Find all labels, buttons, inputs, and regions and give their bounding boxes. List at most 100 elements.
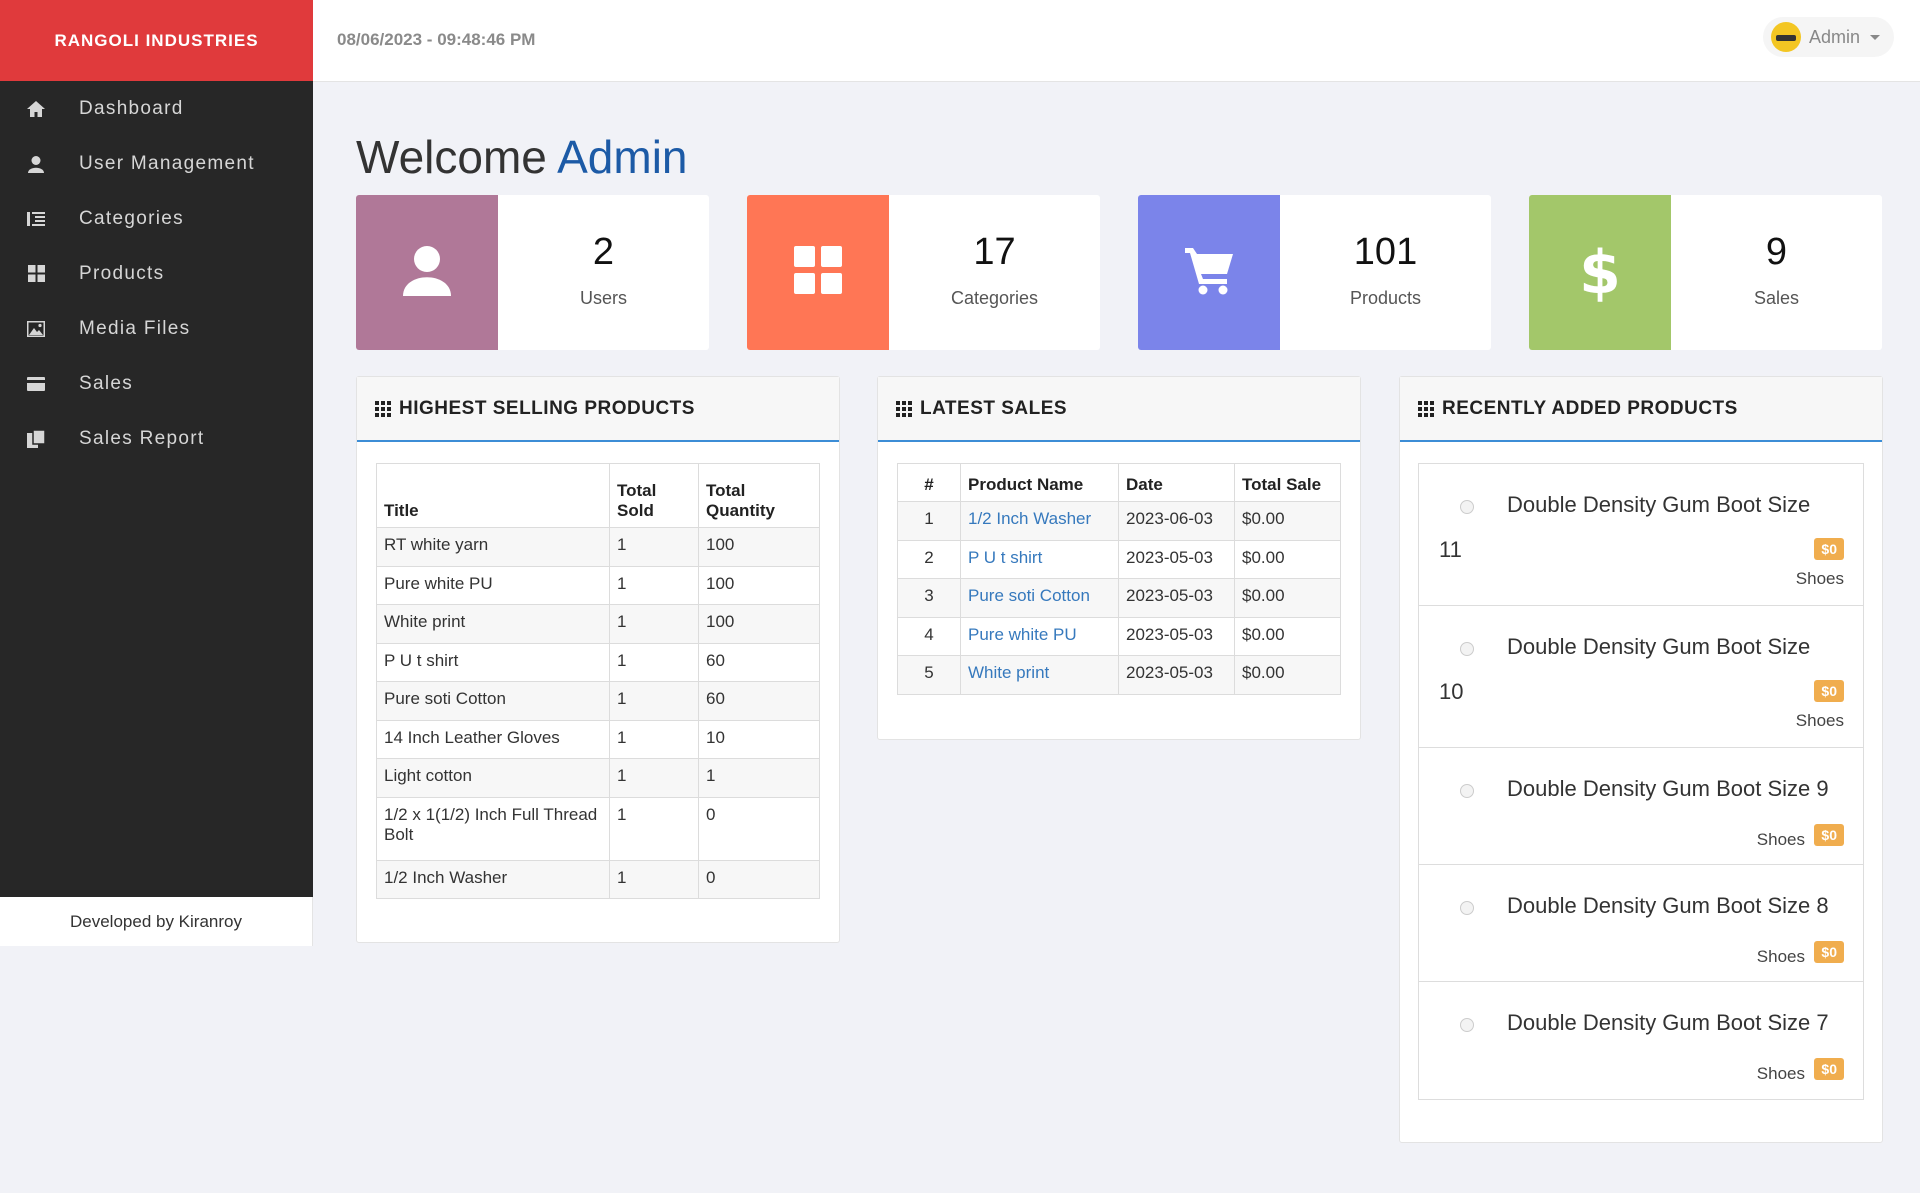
list-item[interactable]: Double Density Gum Boot Size 10 $0 Shoes xyxy=(1419,606,1863,748)
cell-total: $0.00 xyxy=(1234,578,1341,618)
cell-qty: 60 xyxy=(698,643,820,682)
highest-selling-table: Title Total Sold Total Quantity RT white y… xyxy=(376,463,820,899)
brand-logo[interactable]: RANGOLI INDUSTRIES xyxy=(0,0,313,81)
product-image xyxy=(1460,901,1474,915)
cell-qty: 100 xyxy=(698,527,820,567)
product-link[interactable]: Pure white PU xyxy=(968,625,1077,644)
header-line: Sold xyxy=(617,501,654,520)
cell-date: 2023-05-03 xyxy=(1118,578,1235,618)
cell-sold: 1 xyxy=(609,604,699,644)
table-row: 1/2 Inch Washer 1 0 xyxy=(376,860,820,899)
sidebar-item-dashboard[interactable]: Dashboard xyxy=(0,81,313,136)
cell-sold: 1 xyxy=(609,797,699,861)
cell-total: $0.00 xyxy=(1234,655,1341,695)
sidebar-item-media-files[interactable]: Media Files xyxy=(0,301,313,356)
stat-card-products[interactable]: 101 Products xyxy=(1138,195,1491,350)
sidebar-item-sales-report[interactable]: Sales Report xyxy=(0,411,313,466)
sidebar-item-label: User Management xyxy=(79,152,255,174)
table-row: 3 Pure soti Cotton 2023-05-03 $0.00 xyxy=(897,578,1341,618)
duplicate-icon xyxy=(26,429,46,449)
stat-label: Categories xyxy=(950,288,1039,308)
table-row: Pure white PU 1 100 xyxy=(376,566,820,605)
cell-product-name: Pure white PU xyxy=(960,617,1119,656)
panel-header: HIGHEST SELLING PRODUCTS xyxy=(357,377,839,442)
latest-sales-panel: LATEST SALES # Product Name Date Total S… xyxy=(877,376,1361,740)
price-badge: $0 xyxy=(1814,824,1844,846)
cell-title: Light cotton xyxy=(376,758,610,798)
stat-card-categories[interactable]: 17 Categories xyxy=(747,195,1100,350)
sidebar-item-sales[interactable]: Sales xyxy=(0,356,313,411)
stat-value: 2 xyxy=(592,231,615,273)
stat-tile xyxy=(1138,195,1280,350)
table-row: White print 1 100 xyxy=(376,604,820,644)
product-link[interactable]: Pure soti Cotton xyxy=(968,586,1090,605)
table-row: Pure soti Cotton 1 60 xyxy=(376,681,820,721)
table-row: 5 White print 2023-05-03 $0.00 xyxy=(897,655,1341,695)
cell-qty: 0 xyxy=(698,860,820,899)
product-title: Double Density Gum Boot Size 7 xyxy=(1507,1010,1829,1035)
cell-qty: 100 xyxy=(698,604,820,644)
product-link[interactable]: 1/2 Inch Washer xyxy=(968,509,1091,528)
product-link[interactable]: P U t shirt xyxy=(968,548,1042,567)
product-category: Shoes xyxy=(1795,569,1844,588)
list-item[interactable]: Double Density Gum Boot Size 11 $0 Shoes xyxy=(1419,464,1863,606)
cell-title: 1/2 Inch Washer xyxy=(376,860,610,899)
cell-sold: 1 xyxy=(609,860,699,899)
cell-qty: 0 xyxy=(698,797,820,861)
cell-number: 1 xyxy=(897,501,961,541)
cell-qty: 10 xyxy=(698,720,820,759)
user-icon xyxy=(400,243,454,302)
cell-title: P U t shirt xyxy=(376,643,610,682)
product-title: Double Density Gum Boot Size 9 xyxy=(1507,776,1829,801)
product-image xyxy=(1460,642,1474,656)
picture-icon xyxy=(26,319,46,339)
user-menu-button[interactable]: Admin xyxy=(1762,17,1894,57)
price-badge: $0 xyxy=(1814,941,1844,963)
th-icon xyxy=(896,400,912,417)
column-header-number: # xyxy=(897,463,961,502)
product-image xyxy=(1460,784,1474,798)
column-header-product-name: Product Name xyxy=(960,463,1119,502)
panel-title: LATEST SALES xyxy=(920,397,1068,419)
table-row: P U t shirt 1 60 xyxy=(376,643,820,682)
panel-header: LATEST SALES xyxy=(878,377,1360,442)
column-header-total-quantity: Total Quantity xyxy=(698,463,820,528)
stat-value: 17 xyxy=(973,231,1016,273)
sidebar-item-label: Categories xyxy=(79,207,184,229)
column-header-total-sold: Total Sold xyxy=(609,463,699,528)
cell-date: 2023-06-03 xyxy=(1118,501,1235,541)
product-title: Double Density Gum Boot Size xyxy=(1507,492,1811,517)
stat-value: 101 xyxy=(1353,231,1418,273)
product-link[interactable]: White print xyxy=(968,663,1049,682)
table-row: RT white yarn 1 100 xyxy=(376,527,820,567)
column-header-title: Title xyxy=(376,463,610,528)
sidebar-item-products[interactable]: Products xyxy=(0,246,313,301)
latest-sales-table: # Product Name Date Total Sale 1 1/2 Inch… xyxy=(897,463,1341,695)
cell-date: 2023-05-03 xyxy=(1118,617,1235,656)
product-title-continued: 10 xyxy=(1439,679,1464,704)
header-line: Total xyxy=(617,481,657,500)
sidebar-item-user-management[interactable]: User Management xyxy=(0,136,313,191)
list-item[interactable]: Double Density Gum Boot Size 7 Shoes $0 xyxy=(1419,982,1863,1099)
product-title: Double Density Gum Boot Size xyxy=(1507,634,1811,659)
cell-qty: 1 xyxy=(698,758,820,798)
stat-label: Sales xyxy=(1753,288,1800,308)
cell-sold: 1 xyxy=(609,527,699,567)
product-category: Shoes xyxy=(1756,830,1805,849)
product-category: Shoes xyxy=(1756,1064,1805,1083)
th-icon xyxy=(1418,400,1434,417)
th-large-icon xyxy=(794,246,842,299)
stat-card-sales[interactable]: $ 9 Sales xyxy=(1529,195,1882,350)
list-item[interactable]: Double Density Gum Boot Size 9 Shoes $0 xyxy=(1419,748,1863,865)
current-datetime: 08/06/2023 - 09:48:46 PM xyxy=(337,30,536,49)
stat-value: 9 xyxy=(1765,231,1788,273)
cell-sold: 1 xyxy=(609,720,699,759)
shopping-cart-icon xyxy=(1183,244,1235,301)
list-item[interactable]: Double Density Gum Boot Size 8 Shoes $0 xyxy=(1419,865,1863,982)
cell-title: Pure soti Cotton xyxy=(376,681,610,721)
product-title-continued: 11 xyxy=(1439,537,1462,562)
sidebar-item-categories[interactable]: Categories xyxy=(0,191,313,246)
stat-card-users[interactable]: 2 Users xyxy=(356,195,709,350)
table-row: 4 Pure white PU 2023-05-03 $0.00 xyxy=(897,617,1341,656)
cell-qty: 100 xyxy=(698,566,820,605)
